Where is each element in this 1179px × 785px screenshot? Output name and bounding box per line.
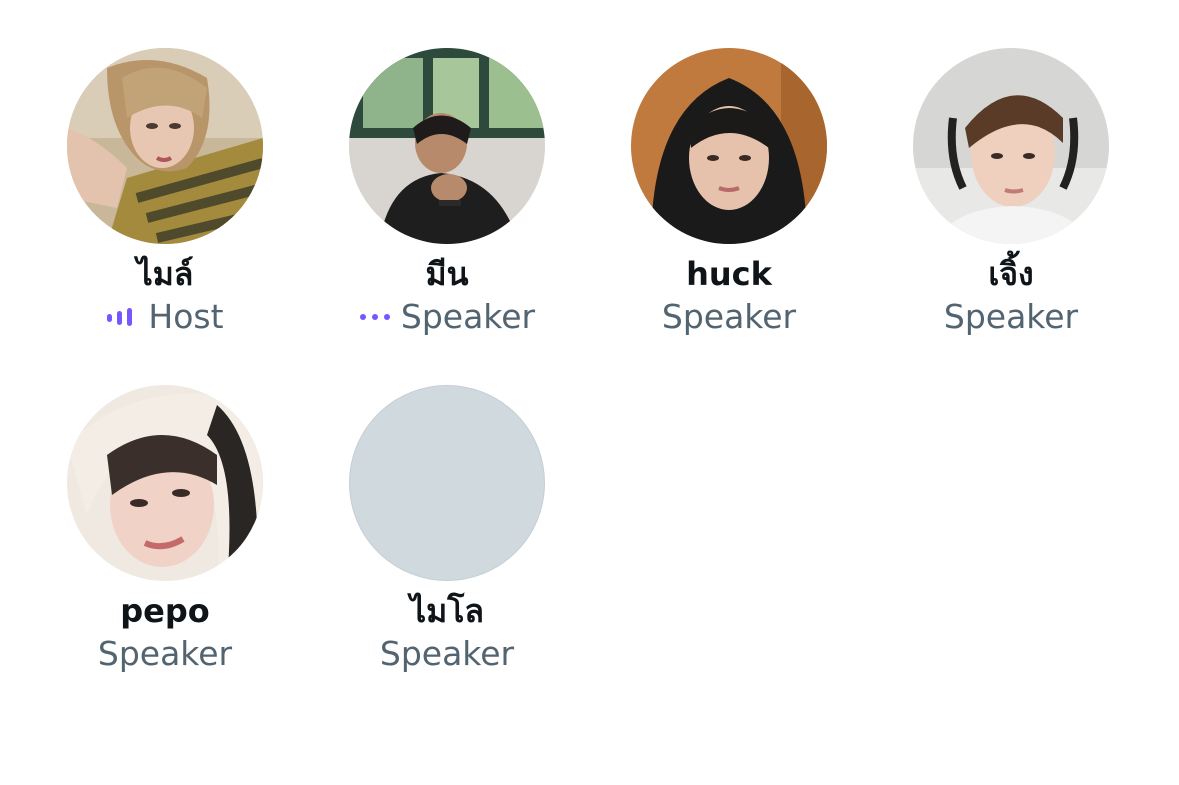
avatar[interactable] — [631, 48, 827, 244]
participant-role: Speaker — [661, 297, 797, 336]
default-avatar[interactable] — [349, 385, 545, 581]
participants-grid: ไมล์ Host มีน Speaker huck Speaker เจิ้ง… — [0, 0, 1179, 785]
participant-role: Speaker — [97, 634, 233, 673]
speaking-bars-icon — [106, 307, 138, 327]
avatar-photo — [67, 48, 263, 244]
participant-role-row: Speaker — [662, 297, 796, 337]
avatar[interactable] — [67, 48, 263, 244]
participant-role: Speaker — [379, 634, 515, 673]
participant-card[interactable]: ไมโล Speaker — [306, 385, 588, 674]
connecting-dots-icon — [359, 312, 391, 322]
participant-role-row: Speaker — [98, 634, 232, 674]
participant-name: pepo — [120, 592, 210, 630]
participant-role-row: Speaker — [359, 297, 535, 337]
participant-role-row: Speaker — [944, 297, 1078, 337]
participant-role-row: Speaker — [380, 634, 514, 674]
participant-name: เจิ้ง — [988, 255, 1034, 293]
participant-role: Speaker — [943, 297, 1079, 336]
avatar[interactable] — [349, 48, 545, 244]
participant-name: huck — [686, 255, 772, 293]
avatar-photo — [349, 48, 545, 244]
participant-name: ไมล์ — [136, 255, 194, 293]
avatar-photo — [631, 48, 827, 244]
participant-name: มีน — [425, 255, 469, 293]
participant-role-row: Host — [106, 297, 224, 337]
avatar[interactable] — [913, 48, 1109, 244]
participant-name: ไมโล — [410, 592, 484, 630]
participant-role: Speaker — [400, 297, 536, 336]
avatar-photo — [913, 48, 1109, 244]
avatar[interactable] — [67, 385, 263, 581]
participant-card[interactable]: pepo Speaker — [24, 385, 306, 674]
participant-card[interactable]: huck Speaker — [588, 48, 870, 337]
participant-card[interactable]: มีน Speaker — [306, 48, 588, 337]
participant-card[interactable]: ไมล์ Host — [24, 48, 306, 337]
avatar-photo — [67, 385, 263, 581]
participant-card[interactable]: เจิ้ง Speaker — [870, 48, 1152, 337]
participant-role: Host — [148, 297, 224, 336]
